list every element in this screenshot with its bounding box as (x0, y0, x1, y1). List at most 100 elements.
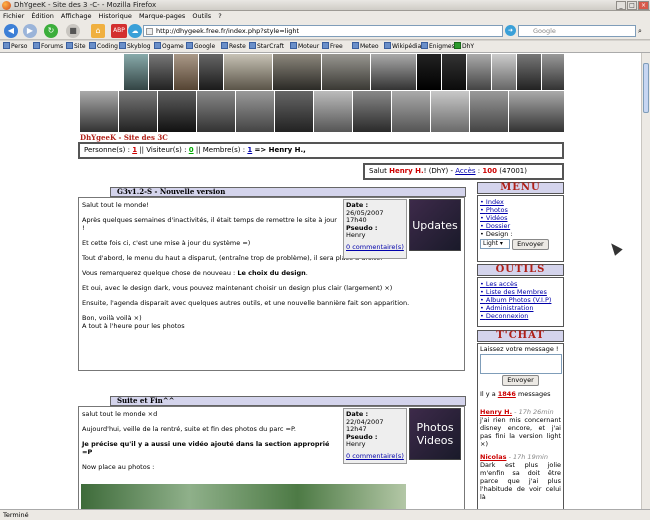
reload-icon[interactable]: ↻ (44, 24, 58, 38)
tchat-count-link[interactable]: 1846 (498, 390, 516, 398)
banner-photo (275, 91, 313, 132)
tchat-message-input[interactable] (480, 354, 562, 374)
stop-icon[interactable]: ■ (66, 24, 80, 38)
article-paragraph: Salut tout le monde! (82, 201, 149, 209)
tchat-send-button[interactable]: Envoyer (502, 375, 539, 386)
back-icon[interactable]: ◀ (4, 24, 18, 38)
menu-link-index[interactable]: Index (480, 198, 561, 206)
free-icon (322, 42, 329, 49)
bookmark-moteur[interactable]: Moteur (290, 41, 319, 53)
menu-marque-pages[interactable]: Marque-pages (139, 12, 185, 20)
cursor-icon (607, 240, 623, 256)
banner-photo (392, 91, 430, 132)
outils-link-admin[interactable]: Administration (480, 304, 561, 312)
url-bar[interactable]: http://dhygeek.free.fr/index.php?style=l… (143, 25, 503, 37)
folder-icon (3, 42, 10, 49)
bookmark-perso[interactable]: Perso (3, 41, 27, 53)
folder-icon (66, 42, 73, 49)
bookmark-ogame[interactable]: Ogame (154, 41, 184, 53)
tchat-count: Il y a 1846 messages (480, 390, 551, 398)
bookmark-site[interactable]: Site (66, 41, 86, 53)
tchat-author[interactable]: Henry H. (480, 408, 512, 416)
bookmark-google[interactable]: Google (186, 41, 215, 53)
design-label: Design : (480, 230, 561, 238)
bookmark-enigmes[interactable]: Enigmes (421, 41, 455, 53)
weather-icon[interactable]: ☁ (128, 24, 142, 38)
outils-link-deconnexion[interactable]: Deconnexion (480, 312, 561, 320)
tchat-author[interactable]: Nicolas (480, 453, 506, 461)
menu-help[interactable]: ? (218, 12, 221, 20)
acces-link[interactable]: Accès (455, 167, 475, 175)
bookmark-dhy[interactable]: DhY (454, 41, 474, 53)
menu-edition[interactable]: Édition (31, 12, 54, 20)
acces-count: 100 (482, 167, 498, 175)
bookmark-starcraft[interactable]: StarCraft (249, 41, 284, 53)
banner-photo (417, 54, 441, 90)
bookmark-skyblog[interactable]: Skyblog (119, 41, 151, 53)
article-photo[interactable] (81, 484, 406, 509)
scrollbar-thumb[interactable] (643, 63, 649, 113)
adblock-icon[interactable]: ABP (111, 24, 127, 38)
tchat-text: j'ai rien mis concernant disney encore, … (480, 416, 561, 448)
maximize-button[interactable]: □ (627, 1, 637, 10)
bookmark-coding[interactable]: Coding (89, 41, 118, 53)
personnes-count[interactable]: 1 (132, 146, 137, 154)
article-author: Henry (346, 440, 366, 448)
weather-icon (352, 42, 359, 49)
article-comments-link[interactable]: 0 commentaire(s) (346, 452, 404, 461)
article-ending: A tout à l'heure pour les photos (82, 322, 185, 330)
menu-outils[interactable]: Outils (192, 12, 211, 20)
bookmark-wikipedia[interactable]: Wikipédia (384, 41, 421, 53)
design-select[interactable]: Light ▾ (480, 239, 510, 249)
bookmark-meteo[interactable]: Meteo (352, 41, 379, 53)
banner-photo (80, 91, 118, 132)
article-thumbnail[interactable]: Updates (409, 199, 461, 251)
article-paragraph: Et oui, avec le design dark, vous pouvez… (82, 284, 393, 292)
folder-icon (290, 42, 297, 49)
outils-link-acces[interactable]: Les accès (480, 280, 561, 288)
folder-icon (119, 42, 126, 49)
bookmark-forums[interactable]: Forums (33, 41, 63, 53)
menu-historique[interactable]: Historique (99, 12, 132, 20)
menu-bar: Fichier Édition Affichage Historique Mar… (0, 11, 650, 22)
online-user: => Henry H., (254, 146, 306, 154)
banner-title: DhYgeeK - Site des 3C (80, 133, 168, 142)
article-paragraph: Vous remarquerez quelque chose de nouvea… (82, 269, 308, 277)
menu-link-photos[interactable]: Photos (480, 206, 561, 214)
bookmark-free[interactable]: Free (322, 41, 343, 53)
banner-photo (197, 91, 235, 132)
vertical-scrollbar[interactable] (641, 53, 650, 509)
article-info: Date : 22/04/2007 12h47 Pseudo : Henry 0… (343, 408, 407, 464)
article-comments-link[interactable]: 0 commentaire(s) (346, 243, 404, 252)
tchat-text: Dark est plus jolie m'enfin sa doit être… (480, 461, 561, 501)
banner-photo (273, 54, 321, 90)
banner-photo (174, 54, 198, 90)
banner-photo (149, 54, 173, 90)
window-title: DhYgeeK - Site des 3 -C- - Mozilla Firef… (14, 1, 157, 9)
outils-link-album[interactable]: Album Photos (V.I.P) (480, 296, 561, 304)
menu-link-videos[interactable]: Vidéos (480, 214, 561, 222)
banner-photo (431, 91, 469, 132)
wikipedia-icon (384, 42, 391, 49)
menu-affichage[interactable]: Affichage (61, 12, 92, 20)
forward-icon[interactable]: ▶ (23, 24, 37, 38)
visiteurs-count[interactable]: 0 (189, 146, 194, 154)
membres-count[interactable]: 1 (247, 146, 252, 154)
article-paragraph: salut tout le monde ×d (82, 410, 158, 418)
close-button[interactable]: × (638, 1, 649, 10)
search-input[interactable]: Google (518, 25, 636, 37)
banner-photo (322, 54, 370, 90)
banner-photo (119, 91, 157, 132)
search-magnifier-icon[interactable]: ⌕ (638, 27, 642, 36)
menu-link-dossier[interactable]: Dossier (480, 222, 561, 230)
menu-fichier[interactable]: Fichier (3, 12, 24, 20)
article-author: Henry (346, 231, 366, 239)
article-title: Suite et Fin^^ (110, 396, 466, 406)
outils-link-membres[interactable]: Liste des Membres (480, 288, 561, 296)
go-icon[interactable]: ➜ (505, 25, 516, 36)
article-thumbnail[interactable]: Photos Videos (409, 408, 461, 460)
bookmark-reste[interactable]: Reste (221, 41, 246, 53)
minimize-button[interactable]: _ (616, 1, 626, 10)
home-icon[interactable]: ⌂ (91, 24, 105, 38)
design-submit-button[interactable]: Envoyer (512, 239, 549, 250)
